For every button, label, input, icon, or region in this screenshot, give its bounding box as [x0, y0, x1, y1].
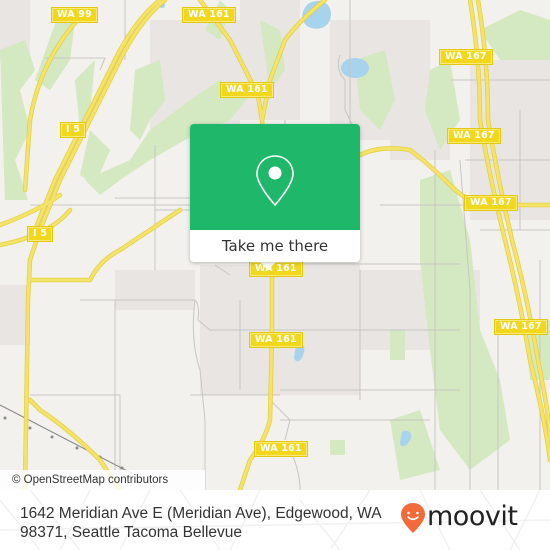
road-shield-wa167: WA 167: [439, 49, 493, 65]
moovit-logo[interactable]: moovit: [400, 498, 540, 538]
popup-header: [190, 124, 360, 230]
road-shield-wa167: WA 167: [464, 195, 518, 211]
road-shield-wa161: WA 161: [220, 82, 274, 98]
location-popup: Take me there: [190, 124, 360, 262]
moovit-wordmark: moovit: [427, 501, 518, 532]
road-shield-wa167: WA 167: [447, 128, 501, 144]
road-shield-wa99: WA 99: [51, 7, 98, 23]
address-line-1: 1642 Meridian Ave E (Meridian Ave), Edge…: [20, 505, 382, 522]
address-text: 1642 Meridian Ave E (Meridian Ave), Edge…: [20, 504, 400, 542]
popup-tail: [259, 261, 277, 270]
address-line-2: 98371, Seattle Tacoma Bellevue: [20, 524, 243, 541]
take-me-there-button[interactable]: Take me there: [190, 230, 360, 262]
road-shield-i5: I 5: [59, 122, 87, 138]
map-attribution[interactable]: © OpenStreetMap contributors: [0, 470, 205, 490]
road-shield-wa161: WA 161: [254, 441, 308, 457]
moovit-pin-icon: [401, 503, 425, 533]
road-shield-i5: I 5: [26, 226, 54, 242]
road-shield-wa161: WA 161: [182, 7, 236, 23]
map-pin-icon: [256, 155, 294, 207]
footer: 1642 Meridian Ave E (Meridian Ave), Edge…: [0, 490, 550, 550]
road-shield-wa161: WA 161: [249, 332, 303, 348]
road-shield-wa167: WA 167: [494, 319, 548, 335]
